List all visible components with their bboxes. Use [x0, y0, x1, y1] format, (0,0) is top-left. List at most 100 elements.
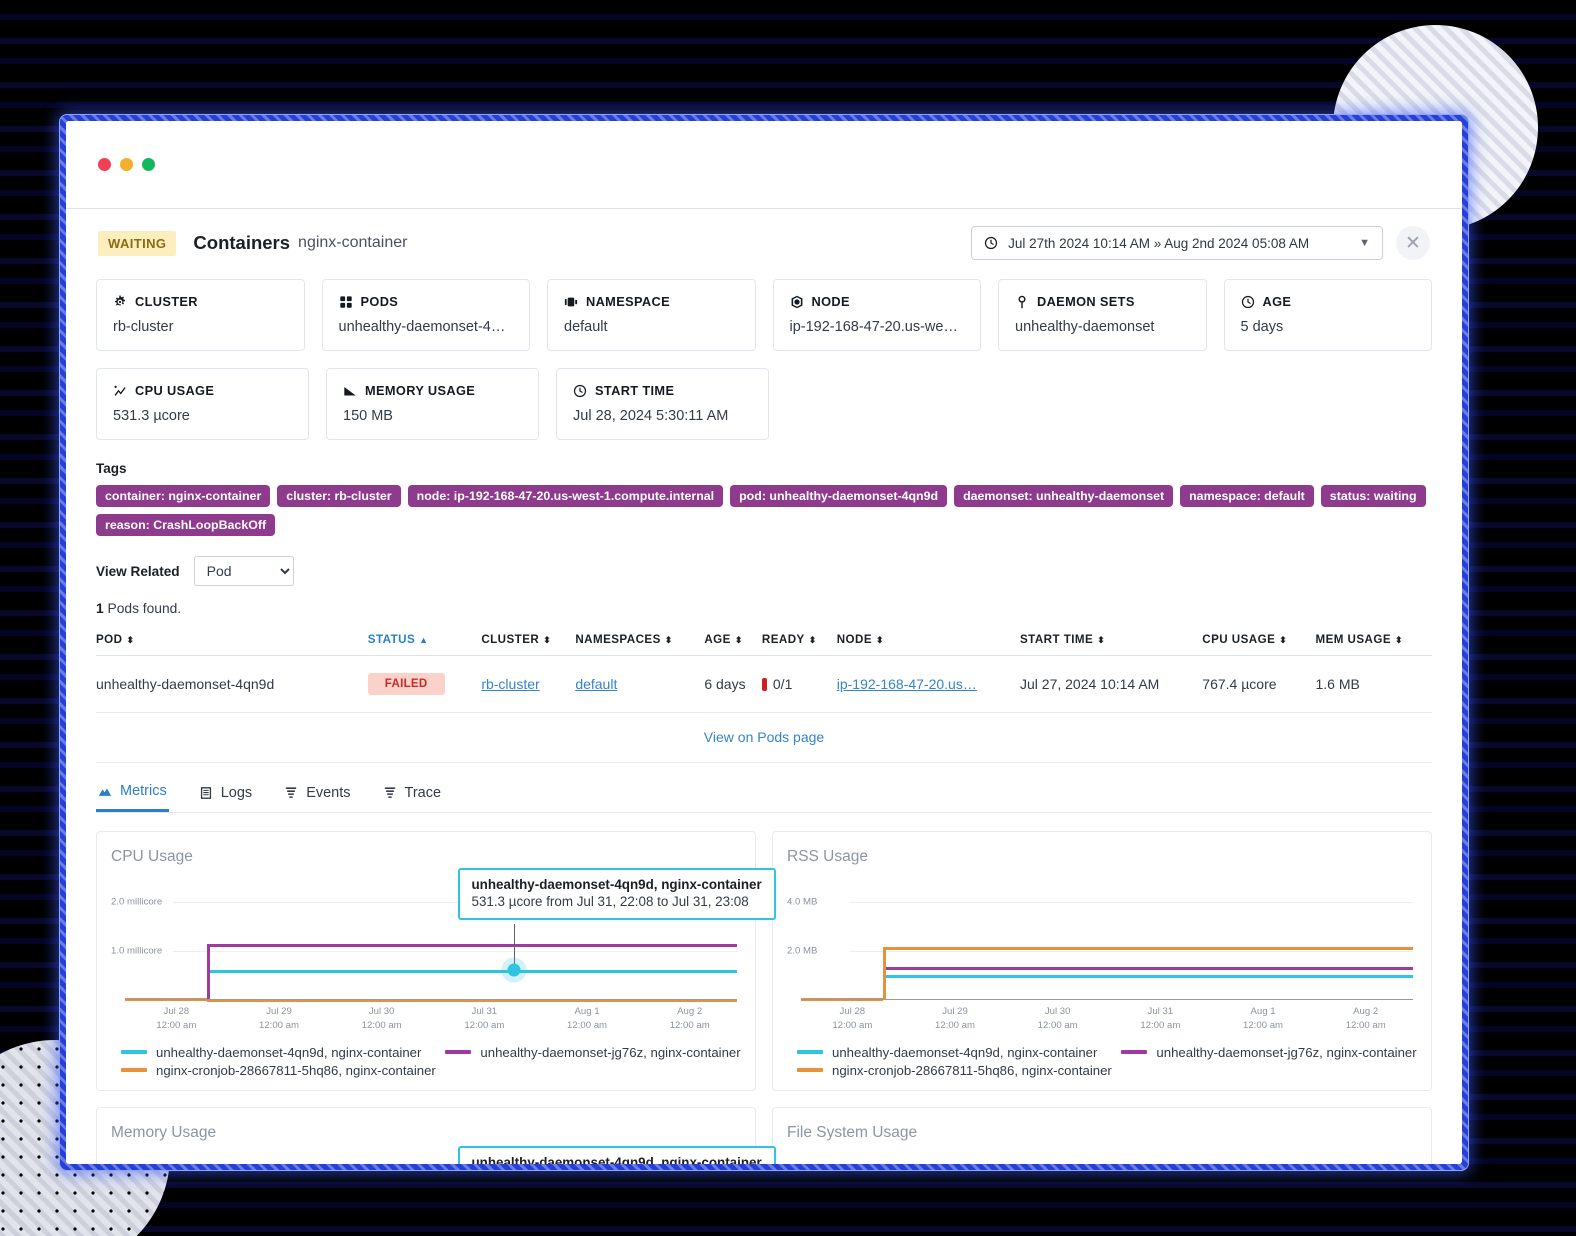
info-card-age: AGE 5 days	[1223, 279, 1432, 351]
legend-item[interactable]: unhealthy-daemonset-4qn9d, nginx-contain…	[121, 1045, 421, 1060]
column-header-node[interactable]: NODE ⬍	[836, 624, 1020, 656]
info-card-label-text: START TIME	[595, 383, 675, 398]
x-axis-tick: Jul 30 12:00 amJul 3012:00 am	[1037, 1006, 1078, 1031]
info-card-label: START TIME	[573, 383, 752, 398]
sort-indicator-icon[interactable]: ⬍	[876, 635, 884, 645]
series-line-0-flat	[206, 969, 737, 973]
y-axis-tick-label: 2.0 MB	[787, 945, 818, 957]
page-content: WAITING Containers nginx-container Jul 2…	[66, 209, 1462, 1164]
tooltip-title: unhealthy-daemonset-4qn9d, nginx-contain…	[471, 877, 762, 892]
tag-chip[interactable]: namespace: default	[1180, 485, 1314, 507]
column-header-ready[interactable]: READY ⬍	[761, 624, 837, 656]
zoom-window-icon[interactable]	[142, 158, 155, 171]
info-card-label-text: CLUSTER	[135, 294, 198, 309]
series-line-1-flat	[882, 966, 1413, 970]
sort-indicator-icon[interactable]: ⬍	[809, 635, 817, 645]
legend-item[interactable]: unhealthy-daemonset-jg76z, nginx-contain…	[445, 1045, 741, 1060]
chart-legend: unhealthy-daemonset-4qn9d, nginx-contain…	[111, 1045, 741, 1078]
time-range-picker[interactable]: Jul 27th 2024 10:14 AM » Aug 2nd 2024 05…	[971, 226, 1383, 260]
column-header-cpu-usage[interactable]: CPU USAGE ⬍	[1202, 624, 1316, 656]
tag-chip[interactable]: node: ip-192-168-47-20.us-west-1.compute…	[407, 485, 724, 507]
sort-indicator-icon[interactable]: ⬍	[1279, 635, 1287, 645]
info-card-value: 5 days	[1240, 319, 1284, 335]
gridline	[173, 950, 737, 952]
cluster-link[interactable]: rb-cluster	[481, 676, 539, 692]
tag-chip[interactable]: container: nginx-container	[96, 485, 271, 507]
sort-indicator-icon[interactable]: ▲	[419, 635, 428, 645]
chart-card-file-system-usage: File System Usage 10.0 kB5.0 kBunhealthy-…	[772, 1106, 1432, 1164]
info-cards-row-2: CPU USAGE 531.3 µcore MEMORY USAGE 150 MB ST…	[96, 368, 1432, 440]
tooltip-detail: 531.3 µcore from Jul 31, 22:08 to Jul 31…	[471, 894, 749, 909]
column-header-cluster[interactable]: CLUSTER ⬍	[481, 624, 576, 656]
tag-chip[interactable]: reason: CrashLoopBackOff	[96, 514, 276, 536]
column-header-pod[interactable]: POD ⬍	[96, 624, 328, 656]
x-axis-ticks: Jul 28 12:00 amJul 2812:00 am Jul 29 12:0…	[111, 1005, 741, 1033]
tab-trace[interactable]: Trace	[381, 777, 444, 812]
x-axis-tick: Jul 29 12:00 amJul 2912:00 am	[935, 1006, 976, 1031]
info-card-namespace: NAMESPACE default	[547, 279, 756, 351]
chart-plot-area[interactable]: 4.0 MB 2.0 MB	[787, 882, 1417, 1001]
column-header-status[interactable]: STATUS ▲	[327, 624, 482, 656]
view-on-pods-page-link[interactable]: View on Pods page	[704, 729, 824, 745]
chart-plot-area[interactable]: 10.0 kB5.0 kBunhealthy-daemonset-4qn9d, …	[787, 1158, 1417, 1164]
time-range-value: Jul 27th 2024 10:14 AM » Aug 2nd 2024 05…	[1008, 235, 1310, 251]
node-icon	[790, 295, 804, 309]
close-panel-button[interactable]: ✕	[1396, 226, 1430, 260]
x-axis-tick: Jul 29 12:00 amJul 2912:00 am	[259, 1006, 300, 1031]
info-card-value: ip-192-168-47-20.us-west-1…	[789, 319, 965, 335]
sort-indicator-icon[interactable]: ⬍	[1097, 635, 1105, 645]
y-axis-tick-label: 2.0 millicore	[111, 896, 163, 908]
browser-window: WAITING Containers nginx-container Jul 2…	[66, 121, 1462, 1164]
legend-item[interactable]: unhealthy-daemonset-4qn9d, nginx-contain…	[797, 1045, 1097, 1060]
cell-node: ip-192-168-47-20.us…	[836, 655, 1020, 713]
y-axis-tick-label: 4.0 MB	[787, 896, 818, 908]
tag-chip[interactable]: cluster: rb-cluster	[277, 485, 401, 507]
tags-list: container: nginx-container cluster: rb-cl…	[96, 485, 1432, 536]
info-card-node: NODE ip-192-168-47-20.us-west-1…	[772, 279, 981, 351]
legend-item[interactable]: nginx-cronjob-28667811-5hq86, nginx-cont…	[797, 1063, 1112, 1078]
node-link[interactable]: ip-192-168-47-20.us…	[837, 676, 977, 692]
tag-chip[interactable]: daemonset: unhealthy-daemonset	[954, 485, 1174, 507]
namespace-link[interactable]: default	[575, 676, 617, 692]
sort-indicator-icon[interactable]: ⬍	[665, 635, 673, 645]
legend-label: unhealthy-daemonset-jg76z, nginx-contain…	[1156, 1044, 1417, 1060]
column-header-age[interactable]: AGE ⬍	[704, 624, 762, 656]
events-icon	[284, 786, 298, 800]
sort-indicator-icon[interactable]: ⬍	[735, 635, 743, 645]
clock-icon	[984, 236, 998, 250]
sort-indicator-icon[interactable]: ⬍	[543, 635, 551, 645]
tag-chip[interactable]: pod: unhealthy-daemonset-4qn9d	[730, 485, 948, 507]
minimize-window-icon[interactable]	[120, 158, 133, 171]
column-header-start-time[interactable]: START TIME ⬍	[1020, 624, 1203, 656]
x-axis-line	[125, 999, 737, 1000]
sort-indicator-icon[interactable]: ⬍	[126, 635, 134, 645]
chart-plot-area[interactable]: 2.0 millicore 1.0 millicore unhealthy-daem…	[111, 868, 776, 1003]
sort-indicator-icon[interactable]: ⬍	[1395, 635, 1403, 645]
column-header-label: AGE	[704, 633, 731, 646]
chart-title: File System Usage	[787, 1123, 918, 1141]
close-window-icon[interactable]	[98, 158, 111, 171]
tab-metrics[interactable]: Metrics	[96, 777, 169, 812]
column-header-label: MEM USAGE	[1315, 633, 1392, 646]
x-axis-tick: Aug 1 12:00 amAug 112:00 am	[1243, 1006, 1284, 1031]
cell-mem-usage: 1.6 MB	[1315, 655, 1432, 713]
chevron-down-icon[interactable]: ▼	[1359, 237, 1370, 249]
tag-chip[interactable]: status: waiting	[1320, 485, 1426, 507]
traffic-lights	[98, 158, 155, 171]
view-related-select[interactable]: PodClusterNamespaceNodeDaemon Set	[193, 556, 294, 586]
column-header-label: NODE	[836, 633, 873, 646]
column-header-namespaces[interactable]: NAMESPACES ⬍	[575, 624, 705, 656]
column-header-mem-usage[interactable]: MEM USAGE ⬍	[1315, 624, 1432, 656]
chart-plot-area[interactable]: 4.0 MB2.0 MBunhealthy-daemonset-4qn9d, n…	[111, 1145, 776, 1164]
legend-item[interactable]: unhealthy-daemonset-jg76z, nginx-contain…	[1121, 1044, 1417, 1060]
chart-title: Memory Usage	[111, 1123, 217, 1141]
info-card-label: CPU USAGE	[113, 383, 292, 398]
tab-events[interactable]: Events	[282, 777, 352, 812]
tab-logs[interactable]: Logs	[197, 777, 254, 812]
info-card-label-text: DAEMON SETS	[1037, 294, 1135, 309]
legend-item[interactable]: nginx-cronjob-28667811-5hq86, nginx-cont…	[121, 1063, 436, 1078]
x-axis-tick: Aug 1 12:00 amAug 112:00 am	[567, 1006, 608, 1031]
logs-icon	[199, 786, 213, 800]
table-row[interactable]: unhealthy-daemonset-4qn9d FAILED rb-cluste…	[96, 655, 1432, 713]
daemonset-icon	[1015, 295, 1029, 309]
